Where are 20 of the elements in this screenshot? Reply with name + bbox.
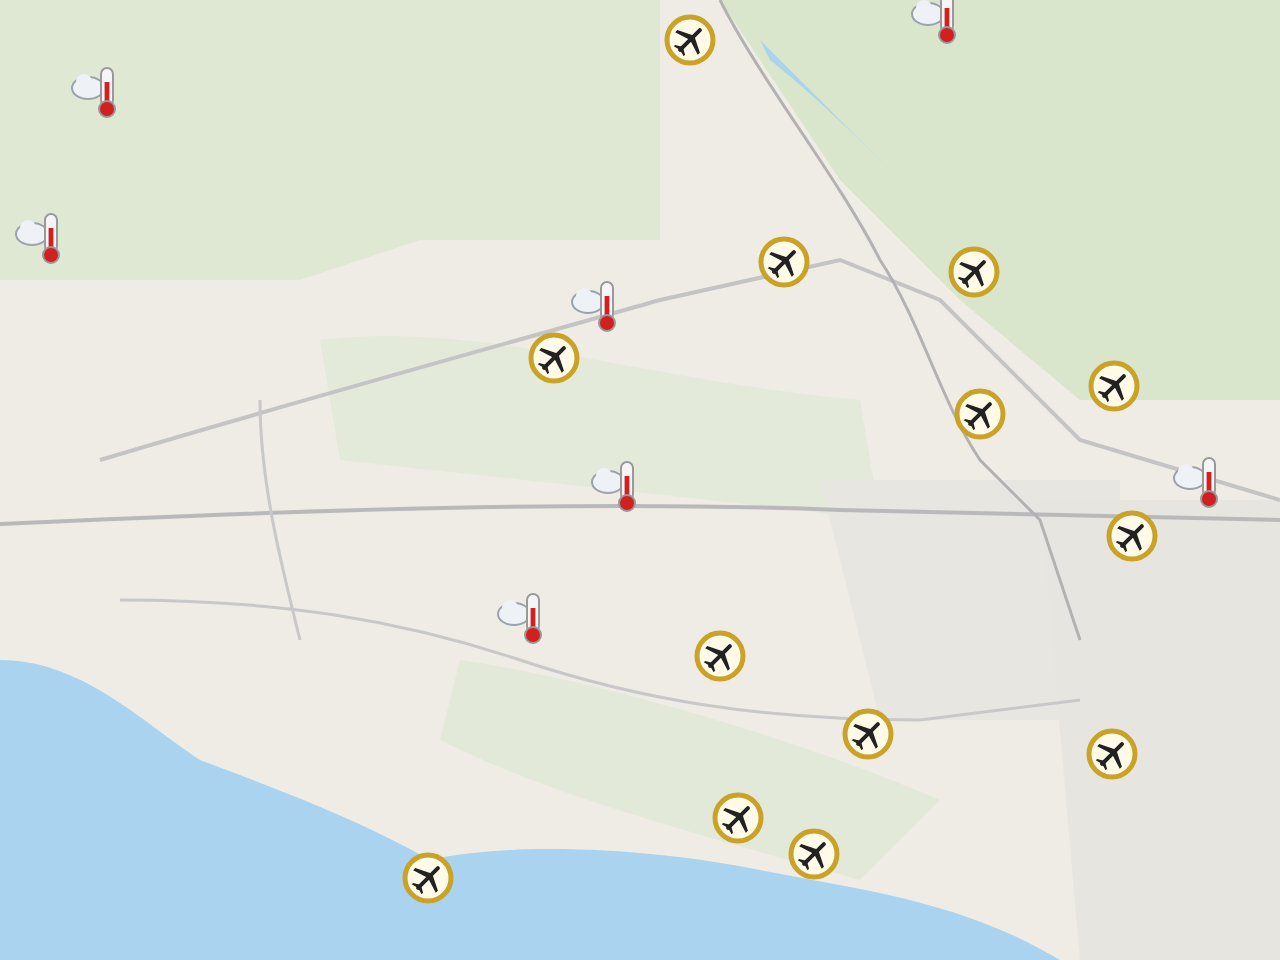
cloud-thermometer-icon[interactable]	[590, 458, 642, 514]
cloud-thermometer-icon[interactable]	[14, 210, 66, 266]
aircraft-marker-icon[interactable]	[528, 332, 580, 384]
aircraft-marker-icon[interactable]	[664, 14, 716, 66]
cloud-thermometer-icon[interactable]	[70, 64, 122, 120]
aircraft-marker-icon[interactable]	[788, 828, 840, 880]
aircraft-marker-icon[interactable]	[1106, 510, 1158, 562]
aircraft-marker-icon[interactable]	[1088, 360, 1140, 412]
aircraft-marker-icon[interactable]	[694, 630, 746, 682]
cloud-thermometer-icon[interactable]	[570, 278, 622, 334]
cloud-thermometer-icon[interactable]	[910, 0, 962, 46]
aircraft-marker-icon[interactable]	[402, 852, 454, 904]
aircraft-marker-icon[interactable]	[954, 388, 1006, 440]
aircraft-marker-icon[interactable]	[948, 246, 1000, 298]
cloud-thermometer-icon[interactable]	[1172, 454, 1224, 510]
aircraft-marker-icon[interactable]	[842, 708, 894, 760]
aircraft-marker-icon[interactable]	[712, 792, 764, 844]
aircraft-marker-icon[interactable]	[758, 236, 810, 288]
aircraft-marker-icon[interactable]	[1086, 728, 1138, 780]
cloud-thermometer-icon[interactable]	[496, 590, 548, 646]
